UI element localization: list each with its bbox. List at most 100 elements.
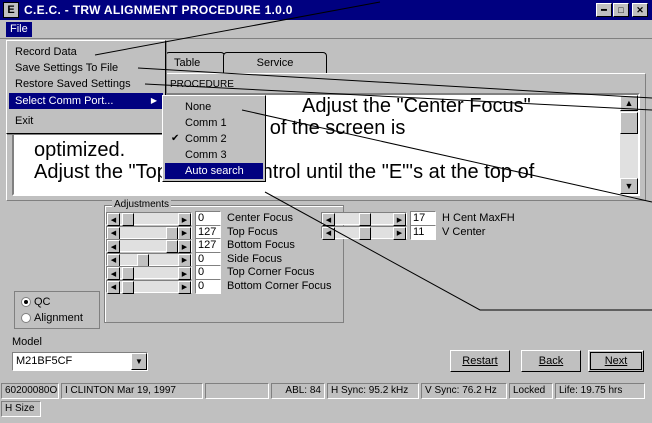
center-adjustment-slider[interactable]: ◀ ▶ [321, 225, 407, 240]
slider-left-arrow-icon[interactable]: ◀ [107, 226, 120, 240]
radio-alignment-dot[interactable] [21, 313, 31, 323]
status-abl: ABL: 84 [271, 383, 325, 399]
slider-right-arrow-icon[interactable]: ▶ [393, 213, 406, 226]
app-icon[interactable]: E [3, 2, 19, 18]
menu-item-exit[interactable]: Exit [9, 113, 163, 129]
slider-thumb[interactable] [166, 226, 178, 240]
adjustment-label: Center Focus [227, 212, 294, 224]
menu-file[interactable]: File [6, 22, 32, 37]
menu-item-label: Record Data [15, 46, 77, 58]
slider-left-arrow-icon[interactable]: ◀ [107, 253, 120, 267]
slider-right-arrow-icon[interactable]: ▶ [178, 280, 191, 294]
menu-item-record-data[interactable]: Record Data [9, 44, 163, 60]
slider-thumb[interactable] [166, 240, 178, 253]
status-blank [205, 383, 269, 399]
next-button[interactable]: Next [588, 350, 644, 372]
center-adjustment-value-field[interactable]: 11 [410, 224, 436, 240]
restart-button[interactable]: Restart [450, 350, 510, 372]
submenu-item-auto-search[interactable]: Auto search [165, 163, 263, 179]
slider-thumb[interactable] [122, 280, 134, 294]
menu-item-label: Select Comm Port... [15, 95, 114, 107]
submenu-item-label: Auto search [185, 165, 244, 177]
scroll-down-icon[interactable]: ▼ [620, 178, 638, 194]
status-hsize: H Size [1, 401, 41, 417]
adjustment-slider[interactable]: ◀ ▶ [106, 279, 192, 294]
menu-item-save-settings[interactable]: Save Settings To File [9, 60, 163, 76]
slider-left-arrow-icon[interactable]: ◀ [107, 213, 120, 226]
maximize-button[interactable]: □ [613, 3, 629, 17]
submenu-item-label: Comm 1 [185, 117, 227, 129]
minimize-button[interactable]: ━ [596, 3, 612, 17]
status-vsync: V Sync: 76.2 Hz [421, 383, 507, 399]
submenu-item-comm1[interactable]: Comm 1 [165, 115, 263, 131]
model-label: Model [12, 336, 42, 348]
adjustment-slider[interactable]: ◀ ▶ [106, 252, 192, 267]
tab-table-label: Table [174, 57, 201, 69]
submenu-item-none[interactable]: None [165, 99, 263, 115]
slider-right-arrow-icon[interactable]: ▶ [178, 240, 191, 253]
submenu-item-label: Comm 2 [185, 133, 227, 145]
chevron-down-icon[interactable]: ▼ [131, 353, 147, 370]
procedure-scrollbar[interactable]: ▲ ▼ [620, 95, 638, 194]
slider-thumb[interactable] [122, 213, 134, 226]
slider-thumb[interactable] [359, 226, 371, 240]
adjustment-label: Side Focus [227, 252, 283, 265]
adjustment-label: Bottom Corner Focus [227, 279, 332, 292]
slider-right-arrow-icon[interactable]: ▶ [178, 253, 191, 267]
slider-left-arrow-icon[interactable]: ◀ [107, 280, 120, 294]
adjustment-slider[interactable]: ◀ ▶ [106, 225, 192, 240]
slider-left-arrow-icon[interactable]: ◀ [107, 267, 120, 280]
radio-qc-label: QC [34, 296, 51, 308]
file-menu: Record Data Save Settings To File Restor… [6, 40, 166, 134]
adjustment-slider[interactable]: ◀ ▶ [106, 212, 192, 226]
back-button-label: Back [538, 355, 564, 367]
center-adjustment-label: H Cent MaxFH [442, 212, 515, 224]
status-lock: Locked [509, 383, 553, 399]
comm-port-submenu: None Comm 1 ✔ Comm 2 Comm 3 Auto search [162, 95, 266, 182]
adjustment-label: Bottom Focus [227, 239, 295, 251]
restart-button-label: Restart [462, 355, 498, 367]
radio-alignment[interactable]: Alignment [21, 312, 83, 324]
model-select[interactable]: M21BF5CF ▼ [12, 352, 148, 371]
slider-thumb[interactable] [122, 267, 134, 280]
check-icon: ✔ [171, 133, 180, 144]
menu-item-select-comm-port[interactable]: Select Comm Port... ▶ [9, 93, 163, 109]
tab-service-label: Service [256, 57, 294, 69]
slider-right-arrow-icon[interactable]: ▶ [178, 267, 191, 280]
tab-service[interactable]: Service [223, 52, 327, 74]
status-serial: 60200080O [1, 383, 59, 399]
radio-qc-dot[interactable] [21, 297, 31, 307]
adjustment-value-field[interactable]: 0 [195, 278, 221, 294]
submenu-arrow-icon: ▶ [150, 96, 157, 105]
submenu-item-comm3[interactable]: Comm 3 [165, 147, 263, 163]
slider-thumb[interactable] [137, 253, 149, 267]
back-button[interactable]: Back [521, 350, 581, 372]
slider-thumb[interactable] [359, 213, 371, 226]
status-life: Life: 19.75 hrs [555, 383, 645, 399]
center-adjustment-label: V Center [442, 225, 486, 238]
scroll-thumb[interactable] [620, 112, 638, 134]
scroll-up-icon[interactable]: ▲ [620, 95, 638, 111]
slider-left-arrow-icon[interactable]: ◀ [107, 240, 120, 253]
slider-left-arrow-icon[interactable]: ◀ [322, 213, 335, 226]
application-window: E C.E.C. - TRW ALIGNMENT PROCEDURE 1.0.0… [0, 0, 652, 423]
mode-radio-group: QC Alignment [14, 291, 100, 329]
submenu-item-comm2[interactable]: ✔ Comm 2 [165, 131, 263, 147]
adjustment-slider[interactable]: ◀ ▶ [106, 266, 192, 280]
close-button[interactable]: ✕ [632, 3, 648, 17]
adjustment-slider[interactable]: ◀ ▶ [106, 239, 192, 253]
slider-right-arrow-icon[interactable]: ▶ [178, 213, 191, 226]
window-title: C.E.C. - TRW ALIGNMENT PROCEDURE 1.0.0 [24, 3, 293, 17]
center-adjustment-slider[interactable]: ◀ ▶ [321, 212, 407, 226]
radio-qc[interactable]: QC [21, 296, 51, 308]
slider-right-arrow-icon[interactable]: ▶ [393, 226, 406, 240]
procedure-line: Adjust the "Top Focus" control until the… [34, 161, 535, 183]
procedure-group-label: PROCEDURE [168, 79, 236, 90]
title-bar[interactable]: E C.E.C. - TRW ALIGNMENT PROCEDURE 1.0.0… [0, 0, 652, 20]
slider-left-arrow-icon[interactable]: ◀ [322, 226, 335, 240]
procedure-line: optimized. [34, 139, 126, 161]
menu-item-restore-settings[interactable]: Restore Saved Settings [9, 76, 163, 92]
slider-right-arrow-icon[interactable]: ▶ [178, 226, 191, 240]
tab-table[interactable]: Table [165, 52, 225, 74]
submenu-item-label: Comm 3 [185, 149, 227, 161]
